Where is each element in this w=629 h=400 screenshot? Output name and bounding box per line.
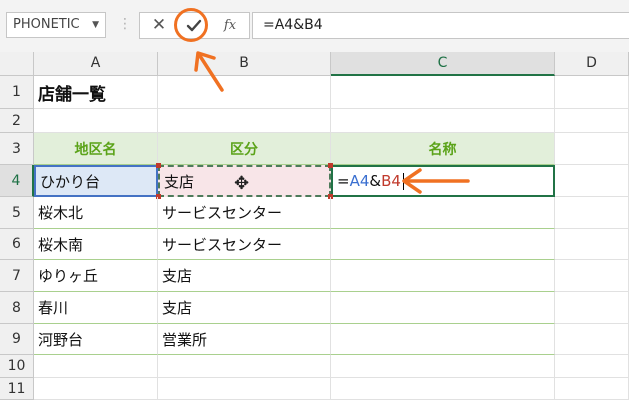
annotation-arrows [194,51,470,194]
arrow-left-icon [402,168,470,194]
arrow-up-left-icon [194,51,224,92]
